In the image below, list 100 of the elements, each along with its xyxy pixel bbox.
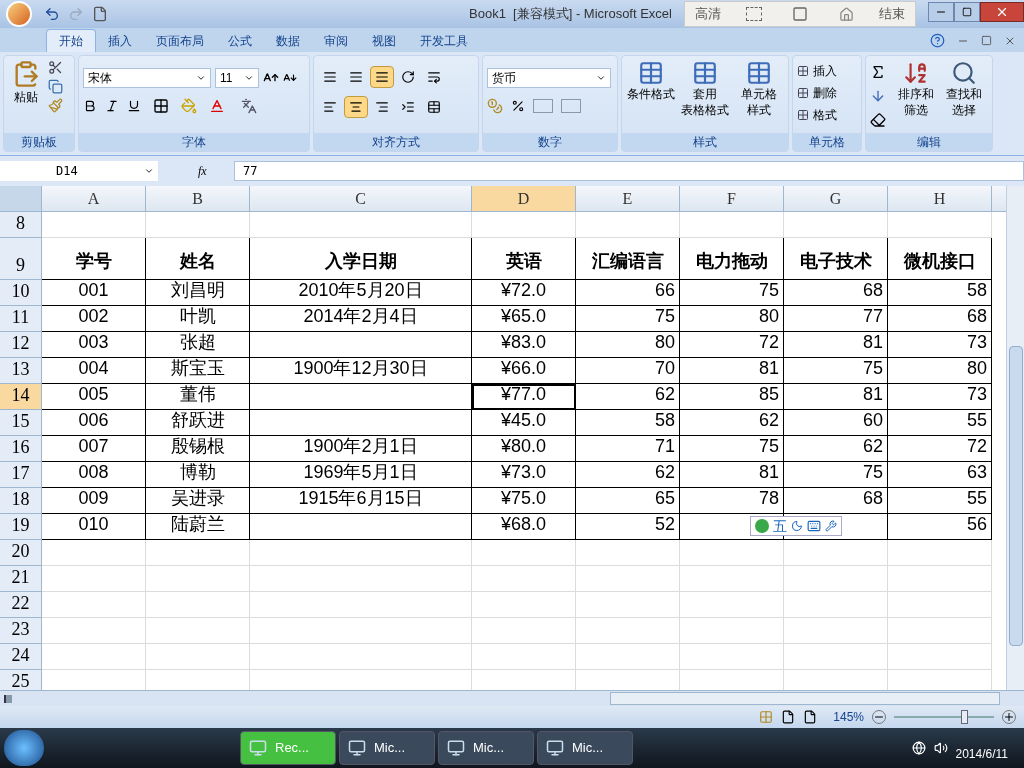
minimize-button[interactable] [928,2,954,22]
caret-icon[interactable] [244,73,254,83]
cells-button[interactable]: 删除 [797,84,837,102]
ime-logo-icon[interactable] [755,519,769,533]
input-mode[interactable]: 五 [773,515,787,537]
undo-icon[interactable] [44,6,60,22]
close-button[interactable] [980,2,1024,22]
column-header[interactable]: G [784,186,888,211]
office-button[interactable] [6,1,32,27]
cells-button[interactable]: 格式 [797,106,837,124]
ribbon-tab[interactable]: 视图 [360,29,408,52]
row-header[interactable]: 8 [0,212,42,238]
editing-button[interactable]: 排序和 筛选 [892,60,940,133]
volume-icon[interactable] [933,741,948,755]
row-header[interactable]: 25 [0,670,42,690]
taskbar-button[interactable]: Mic... [339,731,435,765]
end-button[interactable]: 结束 [869,2,915,26]
bold-icon[interactable] [83,99,97,113]
row-header[interactable]: 19 [0,514,42,540]
ribbon-tab[interactable]: 公式 [216,29,264,52]
scroll-thumb[interactable] [1008,346,1023,646]
cells-button[interactable]: 插入 [797,62,837,80]
number-format-field[interactable]: 货币 [487,68,611,88]
fill-icon[interactable] [870,88,886,104]
taskbar-button[interactable]: Mic... [438,731,534,765]
eraser-icon[interactable] [870,112,886,128]
row-header[interactable]: 21 [0,566,42,592]
restore-icon[interactable] [981,35,992,46]
hd-button[interactable]: 高清 [685,2,731,26]
start-button[interactable] [4,730,44,766]
row-header[interactable]: 15 [0,410,42,436]
formula-field[interactable]: 77 [234,161,1024,181]
column-header[interactable]: B [146,186,250,211]
row-header[interactable]: 16 [0,436,42,462]
insert-function-button[interactable]: fx [198,162,234,180]
vertical-align-button[interactable] [370,66,394,88]
horizontal-align-button[interactable] [344,96,368,118]
currency-icon[interactable] [487,98,503,114]
italic-icon[interactable] [105,99,119,113]
restore-button[interactable] [954,2,980,22]
zoom-slider[interactable] [894,710,994,724]
style-button[interactable]: 单元格 样式 [734,60,784,133]
page-layout-icon[interactable] [781,710,796,724]
zoom-level[interactable]: 145% [833,708,864,726]
font-name-field[interactable]: 宋体 [83,68,211,88]
column-header[interactable]: D [472,186,576,211]
ribbon-tab[interactable]: 开始 [46,29,96,52]
ribbon-tab[interactable]: 审阅 [312,29,360,52]
ribbon-tab[interactable]: 数据 [264,29,312,52]
page-break-icon[interactable] [803,710,818,724]
column-header[interactable]: E [576,186,680,211]
row-header[interactable]: 11 [0,306,42,332]
percent-icon[interactable] [511,99,525,113]
paste-button[interactable]: 粘贴 [8,60,44,133]
border-icon[interactable] [153,98,169,114]
name-box[interactable]: D14 [0,161,158,181]
zoom-in-icon[interactable] [1002,710,1016,724]
column-header[interactable]: F [680,186,784,211]
row-header[interactable]: 17 [0,462,42,488]
column-header[interactable]: A [42,186,146,211]
ribbon-tab[interactable]: 开发工具 [408,29,480,52]
font-color-icon[interactable] [209,98,225,114]
cut-icon[interactable] [48,60,63,75]
wrench-icon[interactable] [825,520,837,532]
row-header[interactable]: 12 [0,332,42,358]
row-header[interactable]: 20 [0,540,42,566]
caret-icon[interactable] [196,73,206,83]
moon-icon[interactable] [791,520,803,532]
row-header[interactable]: 24 [0,644,42,670]
underline-icon[interactable] [127,99,141,113]
keyboard-icon[interactable] [807,519,821,533]
row-header[interactable]: 23 [0,618,42,644]
caret-icon[interactable] [596,73,606,83]
new-file-icon[interactable] [92,6,108,22]
ribbon-tab[interactable]: 页面布局 [144,29,216,52]
phonetic-icon[interactable] [241,98,257,114]
taskbar-button[interactable]: Mic... [537,731,633,765]
vertical-scrollbar[interactable] [1006,186,1024,690]
network-icon[interactable] [911,741,926,755]
sum-icon[interactable] [870,64,886,80]
ribbon-tab[interactable]: 插入 [96,29,144,52]
horizontal-scrollbar[interactable] [610,692,1000,705]
font-size-field[interactable]: 11 [215,68,259,88]
column-header[interactable]: H [888,186,992,211]
style-button[interactable]: 套用 表格格式 [680,60,730,133]
row-header[interactable]: 18 [0,488,42,514]
zoom-thumb[interactable] [961,710,968,724]
copy-icon[interactable] [48,79,63,94]
format-painter-icon[interactable] [48,98,63,113]
editing-button[interactable]: 查找和 选择 [940,60,988,133]
first-sheet-icon[interactable] [4,694,12,703]
row-header[interactable]: 10 [0,280,42,306]
caret-icon[interactable] [144,166,154,176]
fill-color-icon[interactable] [181,98,197,114]
help-icon[interactable] [930,33,945,48]
row-header[interactable]: 9 [0,238,42,280]
row-header[interactable]: 22 [0,592,42,618]
row-header[interactable]: 13 [0,358,42,384]
row-header[interactable]: 14 [0,384,42,410]
style-button[interactable]: 条件格式 [626,60,676,133]
